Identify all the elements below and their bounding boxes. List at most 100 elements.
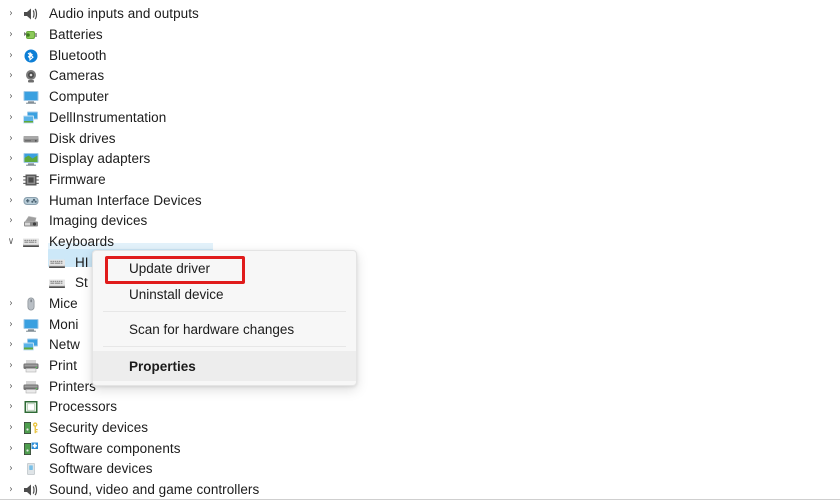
chevron-right-icon[interactable]: › — [2, 112, 21, 123]
menu-separator-1 — [103, 311, 346, 312]
menu-item-uninstall-device[interactable]: Uninstall device — [93, 281, 356, 307]
tree-item-label: HI — [75, 255, 89, 270]
tree-item[interactable]: › Printers — [0, 376, 96, 397]
mouse-icon — [22, 296, 42, 312]
chevron-right-icon[interactable]: › — [2, 195, 21, 206]
tree-item[interactable]: › Processors — [0, 396, 117, 417]
tree-item[interactable]: › Mice — [0, 293, 78, 314]
tree-item-label: Software devices — [49, 461, 153, 476]
tree-item[interactable]: ›St — [0, 272, 88, 293]
menu-separator-2 — [103, 346, 346, 347]
software-device-icon — [22, 461, 42, 477]
tree-item[interactable]: ›HI — [0, 252, 89, 273]
tree-item[interactable]: › Sound, video and game controllers — [0, 479, 260, 499]
menu-item-scan-for-hardware-changes[interactable]: Scan for hardware changes — [93, 316, 356, 342]
tree-item[interactable]: › Display adapters — [0, 148, 150, 169]
chevron-right-icon[interactable]: › — [2, 463, 21, 474]
monitor-icon — [22, 317, 42, 333]
chevron-right-icon[interactable]: › — [2, 153, 21, 164]
chevron-right-icon[interactable]: › — [2, 29, 21, 40]
tree-item-label: Print — [49, 358, 78, 373]
chevron-right-icon[interactable]: › — [2, 443, 21, 454]
menu-item-label: Uninstall device — [129, 286, 224, 302]
gamepad-icon — [22, 193, 42, 209]
menu-item-label: Scan for hardware changes — [129, 321, 295, 337]
bluetooth-icon — [22, 48, 42, 64]
chevron-right-icon[interactable]: › — [2, 70, 21, 81]
keyboard-icon — [48, 255, 68, 271]
network-icon — [22, 337, 42, 353]
tree-item-label: Computer — [49, 89, 109, 104]
tree-item[interactable]: › Imaging devices — [0, 210, 147, 231]
chevron-right-icon[interactable]: › — [2, 298, 21, 309]
context-menu[interactable]: Update driver Uninstall device Scan for … — [92, 250, 357, 386]
tree-item[interactable]: › Cameras — [0, 65, 104, 86]
tree-item[interactable]: › Disk drives — [0, 128, 116, 149]
tree-item[interactable]: › Security devices — [0, 417, 148, 438]
chevron-right-icon[interactable]: › — [2, 484, 21, 495]
menu-item-label: Properties — [129, 358, 196, 374]
tree-item-label: Sound, video and game controllers — [49, 482, 260, 497]
chevron-right-icon[interactable]: › — [2, 8, 21, 19]
tree-item[interactable]: › Computer — [0, 86, 109, 107]
monitor-icon — [22, 89, 42, 105]
security-key-icon — [22, 420, 42, 436]
tree-item[interactable]: › Print — [0, 355, 77, 376]
chevron-right-icon[interactable]: › — [2, 381, 21, 392]
disk-drive-icon — [22, 131, 42, 147]
keyboard-icon — [48, 275, 68, 291]
menu-item-label: Update driver — [129, 260, 211, 276]
tree-item-label: Imaging devices — [49, 213, 148, 228]
scanner-icon — [22, 213, 42, 229]
tree-item-label: Processors — [49, 399, 118, 414]
two-monitors-icon — [22, 110, 42, 126]
tree-item-label: Display adapters — [49, 151, 151, 166]
printer-icon — [22, 379, 42, 395]
tree-item-label: Audio inputs and outputs — [49, 6, 199, 21]
tree-item-label: Netw — [49, 337, 80, 352]
tree-item-label: Mice — [49, 296, 78, 311]
chevron-right-icon[interactable]: › — [2, 401, 21, 412]
chevron-down-icon[interactable]: ∨ — [2, 236, 21, 247]
tree-item[interactable]: › Software devices — [0, 458, 153, 479]
chevron-right-icon[interactable]: › — [2, 319, 21, 330]
tree-item[interactable]: › Batteries — [0, 24, 103, 45]
chevron-right-icon[interactable]: › — [2, 174, 21, 185]
chevron-right-icon[interactable]: › — [2, 360, 21, 371]
chevron-right-icon[interactable]: › — [2, 215, 21, 226]
tree-item-label: St — [75, 275, 88, 290]
battery-icon — [22, 27, 42, 43]
speaker-icon — [22, 6, 42, 22]
tree-item-label: Firmware — [49, 172, 106, 187]
tree-item[interactable]: › Netw — [0, 334, 80, 355]
tree-item[interactable]: ∨ Keyboards — [0, 231, 114, 252]
tree-item[interactable]: › Firmware — [0, 169, 106, 190]
tree-item-label: Keyboards — [49, 234, 114, 249]
chevron-right-icon[interactable]: › — [2, 422, 21, 433]
tree-item-label: Human Interface Devices — [49, 193, 202, 208]
device-manager-screenshot: › Audio inputs and outputs › Batteries › Blue… — [0, 0, 840, 500]
chevron-right-icon[interactable]: › — [2, 339, 21, 350]
tree-item-label: Disk drives — [49, 131, 116, 146]
chevron-right-icon[interactable]: › — [2, 50, 21, 61]
chevron-right-icon[interactable]: › — [2, 133, 21, 144]
tree-item[interactable]: › Moni — [0, 314, 78, 335]
tree-item-label: Bluetooth — [49, 48, 107, 63]
menu-item-properties[interactable]: Properties — [93, 351, 356, 381]
display-adapter-icon — [22, 151, 42, 167]
tree-item[interactable]: › DellInstrumentation — [0, 107, 166, 128]
tree-item[interactable]: › Bluetooth — [0, 45, 107, 66]
tree-item[interactable]: › Human Interface Devices — [0, 190, 202, 211]
menu-item-update-driver[interactable]: Update driver — [93, 255, 356, 281]
speaker-icon — [22, 482, 42, 498]
processor-icon — [22, 399, 42, 415]
chevron-right-icon[interactable]: › — [2, 91, 21, 102]
camera-icon — [22, 68, 42, 84]
tree-item-label: Batteries — [49, 27, 103, 42]
tree-item-label: Security devices — [49, 420, 149, 435]
keyboard-icon — [22, 234, 42, 250]
software-component-icon — [22, 441, 42, 457]
chip-icon — [22, 172, 42, 188]
tree-item[interactable]: › Audio inputs and outputs — [0, 3, 199, 24]
tree-item[interactable]: › Software components — [0, 438, 181, 459]
